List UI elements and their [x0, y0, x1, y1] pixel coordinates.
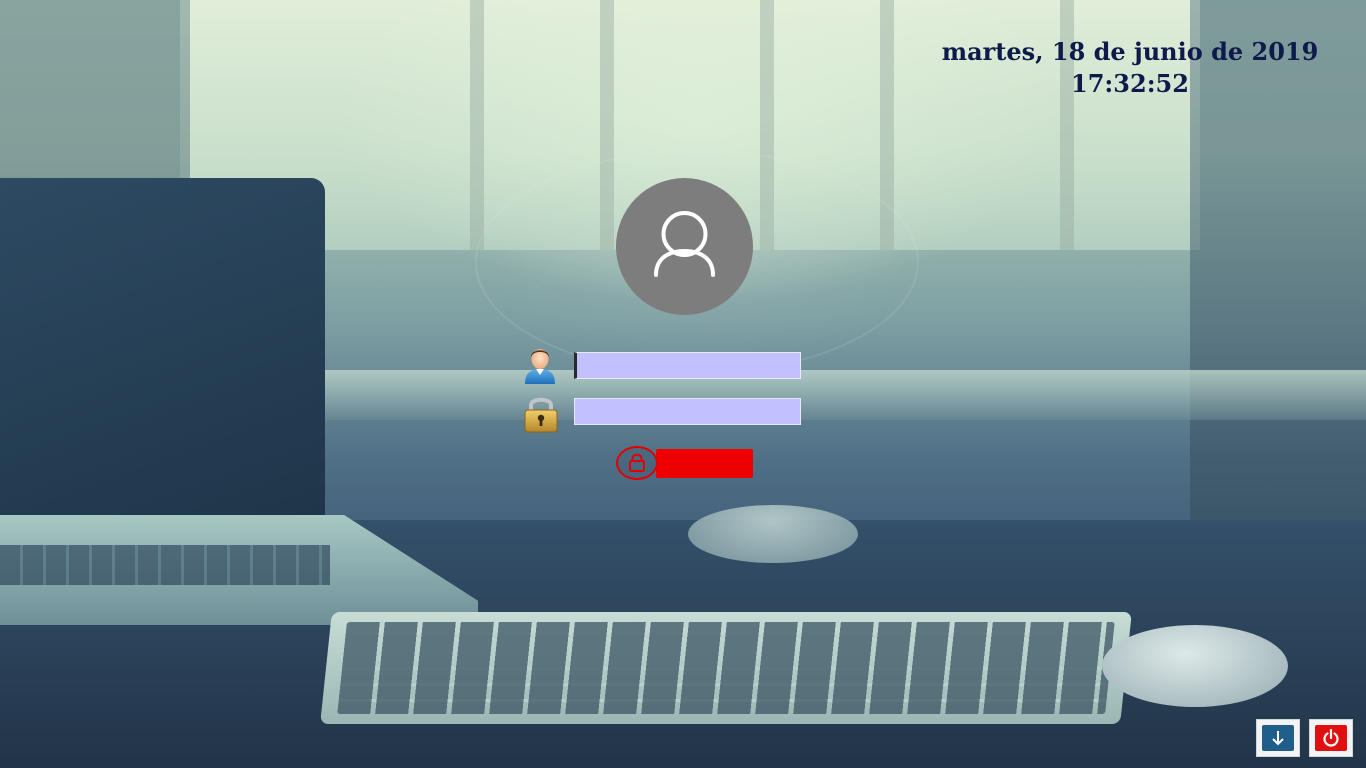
download-button-face — [1262, 725, 1294, 751]
time-label: 17:32:52 — [1071, 69, 1189, 98]
power-icon — [1323, 728, 1339, 747]
password-field[interactable] — [574, 398, 801, 425]
desktop-background — [0, 0, 1366, 768]
background-mouse — [1102, 625, 1288, 707]
background-bowl — [688, 505, 858, 563]
power-button[interactable] — [1309, 719, 1353, 757]
username-field[interactable] — [574, 352, 801, 379]
date-time-display: martes, 18 de junio de 2019 17:32:52 — [930, 36, 1330, 100]
background-laptop-screen — [0, 178, 325, 548]
padlock-icon — [524, 397, 558, 433]
download-arrow-icon — [1272, 731, 1284, 746]
date-label: martes, 18 de junio de 2019 — [941, 37, 1319, 66]
user-silhouette-icon — [654, 211, 715, 277]
login-button-label — [656, 449, 753, 478]
background-window-bar — [470, 0, 484, 250]
login-button[interactable] — [616, 446, 754, 482]
background-laptop-keys — [0, 545, 330, 585]
download-button[interactable] — [1256, 719, 1300, 757]
background-window-sill — [320, 370, 1366, 420]
power-button-face — [1315, 725, 1347, 751]
lock-icon — [616, 446, 658, 480]
background-keyboard — [320, 612, 1132, 724]
background-keyboard-keys — [337, 622, 1115, 714]
user-person-icon — [525, 349, 555, 384]
user-avatar — [616, 178, 753, 315]
